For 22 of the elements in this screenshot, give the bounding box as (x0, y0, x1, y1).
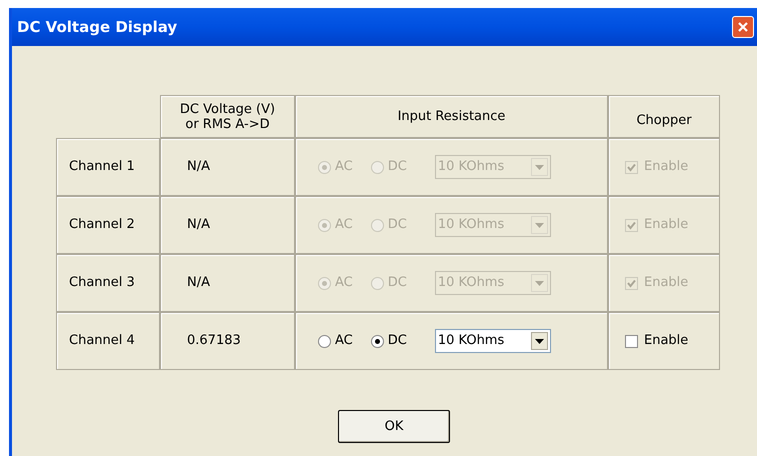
row-label: Channel 3 (69, 274, 135, 292)
radio-button[interactable] (370, 334, 384, 348)
column-header: DC Voltage (V) or RMS A->D (180, 102, 276, 132)
resistance-dropdown[interactable]: 10 KOhms (434, 329, 551, 353)
radio-option[interactable]: DC (370, 331, 407, 351)
ok-button[interactable]: OK (338, 410, 450, 443)
close-icon (737, 21, 749, 33)
radio-option[interactable]: AC (318, 331, 353, 351)
row-label: Channel 2 (69, 216, 135, 234)
voltage-value: 0.67183 (187, 332, 241, 350)
column-header: Input Resistance (398, 109, 506, 124)
radio-button[interactable] (318, 334, 331, 348)
column-header: Chopper (636, 113, 692, 128)
checkbox-option[interactable]: Enable (625, 331, 688, 351)
voltage-value: N/A (187, 158, 210, 176)
window-title: DC Voltage Display (17, 16, 178, 38)
voltage-value: N/A (187, 274, 210, 292)
row-label: Channel 4 (69, 332, 135, 350)
close-button[interactable] (732, 16, 754, 38)
checkbox[interactable] (625, 334, 638, 348)
voltage-value: N/A (187, 216, 210, 234)
row-label: Channel 1 (69, 158, 135, 176)
